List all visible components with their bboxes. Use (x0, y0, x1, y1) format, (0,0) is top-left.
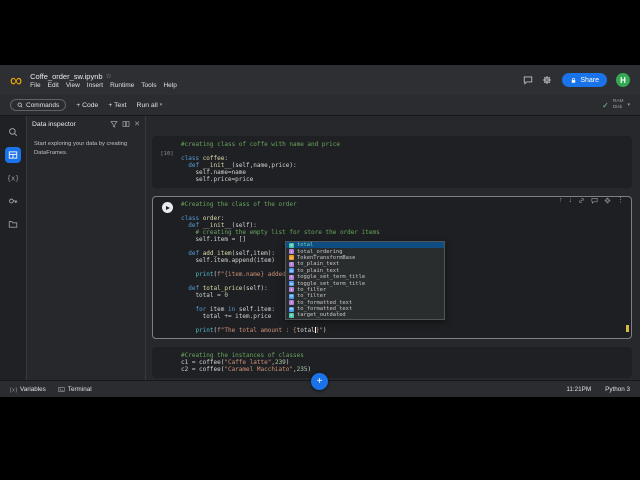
run-cell-button[interactable] (161, 202, 173, 213)
app-body: {x} Data inspector ✕ Start exploring you… (0, 116, 640, 380)
chevron-down-icon: ▾ (159, 102, 163, 108)
close-panel-icon[interactable]: ✕ (134, 120, 140, 128)
completion-kind-icon: f (289, 261, 294, 267)
resources-chevron-down-icon[interactable]: ▾ (627, 102, 630, 108)
colab-window: ∞ Coffe_order_sw.ipynb ☆ File Edit View Ins… (0, 65, 640, 397)
completion-kind-icon: v (289, 312, 294, 318)
code-cell-3[interactable]: #Creating the instances of classes c1 = c… (152, 347, 632, 378)
completion-kind-icon: m (289, 281, 294, 287)
variable-inspector-icon: {x} (8, 173, 18, 183)
completion-kind-icon: f (289, 300, 294, 306)
panel-empty-state: Start exploring your data by creating Da… (34, 141, 128, 157)
link-icon[interactable] (578, 197, 585, 204)
autocomplete-popup: v total f total_ordering c TokenTransformBase… (285, 241, 445, 320)
lock-icon (572, 77, 576, 83)
menu-tools[interactable]: Tools (141, 82, 156, 89)
completion-kind-icon: m (289, 306, 294, 312)
rail-item-data-inspector[interactable] (5, 147, 21, 163)
play-icon (165, 205, 170, 210)
checkmark-icon: ✓ (602, 100, 609, 110)
completion-kind-icon: f (289, 274, 294, 280)
completion-kind-icon: m (289, 268, 294, 274)
filter-icon[interactable] (110, 120, 118, 128)
files-icon (8, 219, 18, 229)
add-text-button[interactable]: + Text (108, 102, 126, 109)
completion-kind-icon: c (289, 255, 294, 261)
code-cell-1[interactable]: [10] #creating class of coffe with name a… (152, 136, 632, 188)
cell-gutter (153, 352, 181, 373)
notebook-area: [10] #creating class of coffe with name a… (146, 116, 640, 380)
svg-text:{x}: {x} (10, 387, 17, 393)
comment-icon[interactable] (523, 75, 533, 85)
svg-text:{x}: {x} (8, 175, 18, 183)
screenshot-letterbox: ∞ Coffe_order_sw.ipynb ☆ File Edit View Ins… (0, 0, 640, 480)
search-icon (17, 102, 23, 108)
autocomplete-item[interactable]: v target_outdated (286, 312, 444, 318)
panel-header: Data inspector ✕ (27, 116, 145, 132)
colab-logo-icon[interactable]: ∞ (10, 72, 22, 89)
completion-kind-icon: m (289, 293, 294, 299)
completion-kind-icon: v (289, 242, 294, 248)
avatar[interactable]: H (616, 73, 630, 87)
data-inspector-panel: Data inspector ✕ Start exploring your da… (26, 116, 146, 380)
menu-view[interactable]: View (66, 82, 80, 89)
rail-item-files[interactable] (5, 216, 21, 232)
disk-label: Disk (612, 105, 623, 110)
terminal-button[interactable]: Terminal (58, 386, 92, 393)
execution-count: [10] (160, 151, 174, 157)
kernel-label[interactable]: Python 3 (605, 386, 630, 393)
menu-file[interactable]: File (30, 82, 40, 89)
rail-item-secrets[interactable] (5, 193, 21, 209)
more-vert-icon[interactable]: ⋮ (617, 197, 624, 204)
menu-bar: File Edit View Insert Runtime Tools Help (30, 82, 177, 89)
code-editor[interactable]: #Creating the instances of classes c1 = c… (181, 352, 627, 373)
clock-time: 11:21PM (566, 385, 592, 393)
arrow-down-icon[interactable]: ↓ (569, 197, 573, 204)
menu-edit[interactable]: Edit (48, 82, 59, 89)
title-block: Coffe_order_sw.ipynb ☆ File Edit View Inser… (30, 72, 177, 89)
settings-gear-icon[interactable] (542, 75, 552, 85)
run-all-button[interactable]: Run all ▾ (137, 102, 163, 109)
app-header: ∞ Coffe_order_sw.ipynb ☆ File Edit View Ins… (0, 65, 640, 95)
notebook-title[interactable]: Coffe_order_sw.ipynb (30, 72, 102, 81)
cell-toolbar: ↑ ↓ ⋮ (559, 197, 624, 204)
comment-icon[interactable] (591, 197, 598, 204)
notebook-toolbar: Commands + Code + Text Run all ▾ ✓ RAM D… (0, 95, 640, 116)
statusbar-right: 11:21PM Python 3 (566, 386, 630, 393)
rail-item-variable-inspector[interactable]: {x} (5, 170, 21, 186)
star-icon[interactable]: ☆ (106, 72, 112, 80)
cell-gutter (153, 201, 181, 334)
left-rail: {x} (0, 116, 26, 380)
completion-kind-icon: f (289, 287, 294, 293)
toolbar-right: ✓ RAM Disk ▾ (602, 99, 630, 110)
secrets-icon (8, 196, 18, 206)
scroll-marker (626, 325, 629, 332)
completion-kind-icon: f (289, 249, 294, 255)
cell-gutter: [10] (153, 141, 181, 183)
settings-icon[interactable] (604, 197, 611, 204)
menu-insert[interactable]: Insert (87, 82, 103, 89)
resource-gauge[interactable]: RAM Disk (613, 99, 624, 110)
terminal-icon (58, 386, 65, 392)
columns-icon[interactable] (122, 120, 130, 128)
menu-runtime[interactable]: Runtime (110, 82, 134, 89)
braces-icon: {x} (10, 387, 17, 393)
add-cell-fab[interactable]: + (311, 373, 328, 390)
rail-item-search[interactable] (5, 124, 21, 140)
menu-help[interactable]: Help (163, 82, 176, 89)
commands-button[interactable]: Commands (10, 99, 67, 111)
search-icon (8, 127, 18, 137)
add-code-button[interactable]: + Code (76, 102, 98, 109)
code-editor[interactable]: #creating class of coffe with name and p… (181, 141, 627, 183)
panel-title: Data inspector (32, 120, 76, 128)
variables-button[interactable]: {x} Variables (10, 386, 46, 393)
data-inspector-icon (8, 150, 18, 160)
share-button[interactable]: Share (562, 73, 607, 87)
arrow-up-icon[interactable]: ↑ (559, 197, 563, 204)
